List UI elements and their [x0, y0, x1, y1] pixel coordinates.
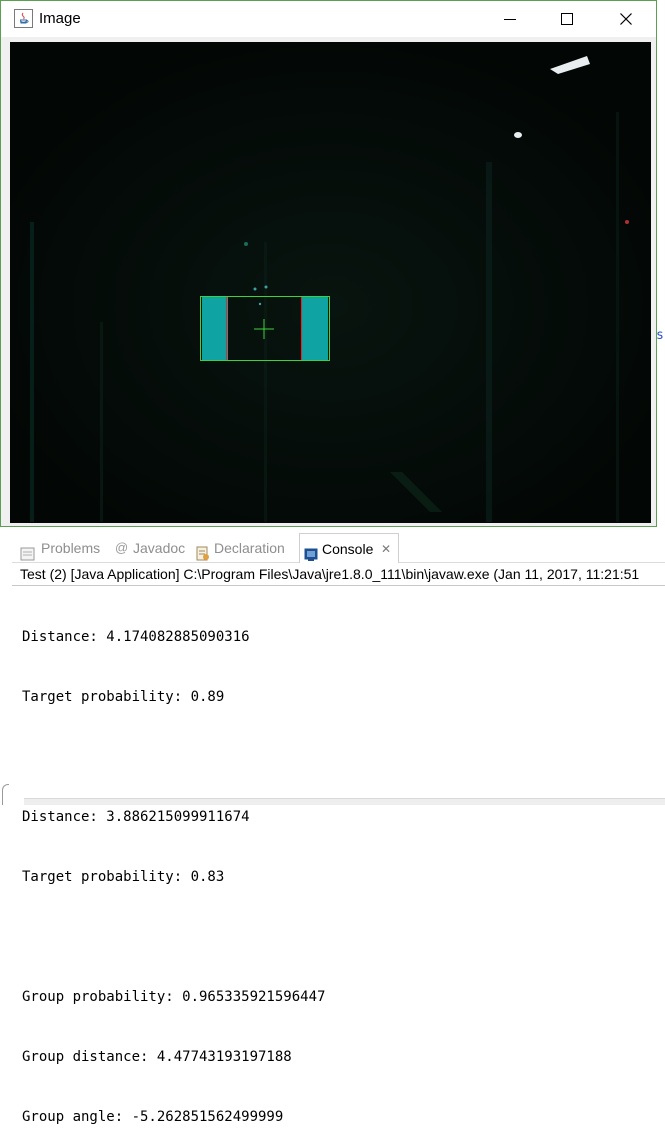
maximize-button[interactable] [539, 1, 597, 37]
tab-javadoc[interactable]: @ Javadoc [115, 533, 193, 563]
window-title: Image [39, 10, 81, 27]
tab-declaration[interactable]: Declaration [195, 533, 298, 563]
scene-pole [264, 242, 267, 522]
at-icon: @ [115, 540, 129, 555]
noise-dot [253, 287, 257, 291]
indicator-light [244, 242, 248, 246]
minimize-button[interactable] [481, 1, 539, 37]
console-line: Group angle: -5.262851562499999 [22, 1109, 284, 1125]
view-tabs: Problems @ Javadoc Declaration Console ✕ [12, 533, 665, 563]
scene-pole [486, 162, 492, 522]
background-editor-glyph: s [656, 328, 664, 343]
right-target-strip [301, 297, 328, 360]
tab-problems-label: Problems [41, 540, 101, 556]
camera-image [10, 42, 651, 523]
console-launch-description: Test (2) [Java Application] C:\Program F… [20, 566, 640, 582]
tab-console[interactable]: Console ✕ [299, 533, 399, 563]
launch-divider [12, 585, 665, 586]
tab-console-label: Console [322, 541, 374, 557]
console-line: Target probability: 0.83 [22, 869, 225, 885]
indicator-light [625, 220, 629, 224]
console-line: Distance: 3.886215099911674 [22, 809, 250, 825]
scene-pole [30, 222, 34, 522]
close-console-icon[interactable]: ✕ [381, 534, 391, 564]
java-icon [14, 9, 33, 28]
left-target-strip [202, 297, 228, 360]
scene-pole [616, 112, 619, 522]
close-button[interactable] [597, 1, 655, 37]
ceiling-light [514, 132, 522, 138]
console-output[interactable]: Distance: 4.174082885090316 Target proba… [22, 587, 325, 1147]
console-line: Group distance: 4.47743193197188 [22, 1049, 292, 1065]
image-window: Image [0, 0, 657, 527]
console-line: Target probability: 0.89 [22, 689, 225, 705]
scene-pole [100, 322, 103, 522]
workspace-edge-mark [2, 784, 9, 805]
noise-dot [264, 285, 268, 289]
tab-javadoc-label: Javadoc [133, 540, 186, 556]
workspace-edge [0, 528, 12, 804]
tab-problems[interactable]: Problems [20, 533, 112, 563]
console-line: Distance: 4.174082885090316 [22, 629, 250, 645]
console-line: Group probability: 0.965335921596447 [22, 989, 326, 1005]
tab-declaration-label: Declaration [214, 540, 285, 556]
noise-dot [258, 302, 262, 306]
camera-frame [10, 42, 651, 523]
title-bar[interactable]: Image [1, 1, 656, 37]
